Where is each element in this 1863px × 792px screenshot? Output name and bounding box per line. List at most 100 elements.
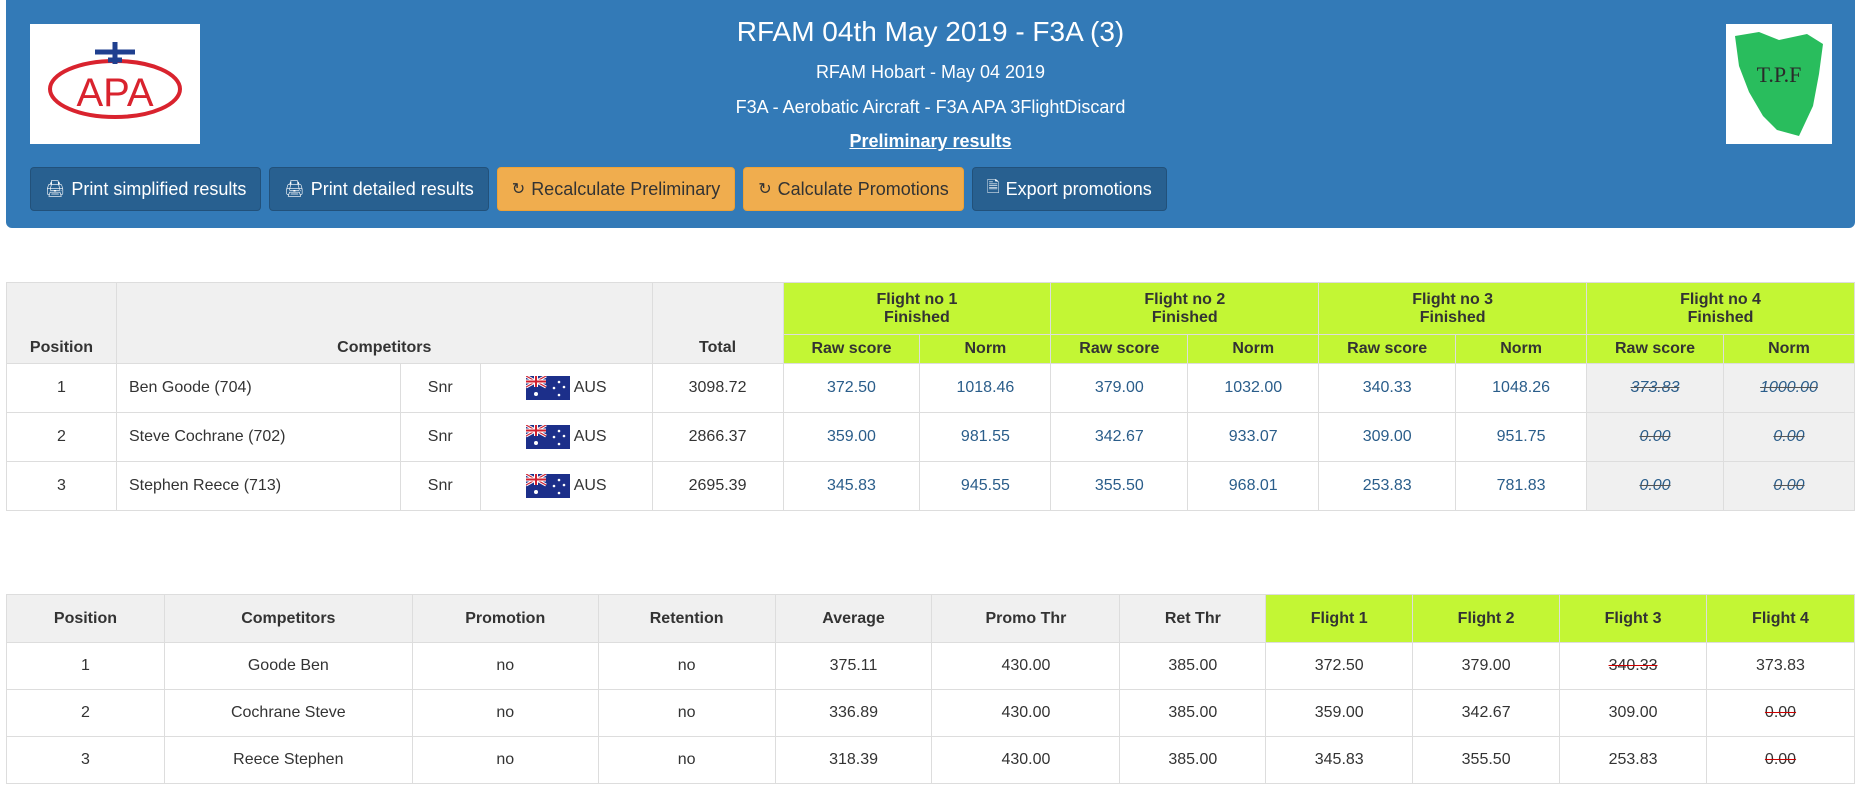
apa-logo-icon: APA (48, 42, 182, 119)
refresh-icon: ↻ (511, 181, 526, 198)
promotion-cell: 309.00 (1559, 689, 1707, 737)
cell-value: 318.39 (829, 751, 878, 768)
button-label: Recalculate Preliminary (531, 178, 721, 199)
flight-header-1: Flight no 1 Finished (782, 282, 1052, 335)
promotion-cell: no (411, 642, 599, 690)
cell-value: no (496, 751, 515, 768)
cell-value: 345.83 (1314, 751, 1364, 768)
norm-score-cell: 1032.00 (1187, 363, 1320, 413)
recalculate-preliminary-button[interactable]: ↻ Recalculate Preliminary (496, 167, 736, 211)
promo-col-header: Position (6, 594, 165, 643)
cell-value: 430.00 (1001, 704, 1051, 721)
raw-score-cell: 342.67 (1050, 412, 1189, 462)
promotion-cell: no (597, 736, 776, 784)
cell-value: no (677, 751, 696, 768)
promo-col-header: Flight 2 (1412, 594, 1561, 643)
promotion-cell: Reece Stephen (163, 736, 413, 784)
page-title: RFAM 04th May 2019 - F3A (3) (736, 16, 1125, 47)
promotion-cell: no (411, 736, 599, 784)
promotion-cell: 1 (6, 642, 165, 690)
competitor-name: Stephen Reece (713) (115, 461, 401, 511)
promo-col-header: Flight 4 (1705, 594, 1856, 643)
promotion-cell: no (597, 642, 776, 690)
promotion-cell: 0.00 (1705, 689, 1856, 737)
raw-score-cell: 359.00 (782, 412, 921, 462)
raw-score-cell: 309.00 (1318, 412, 1457, 462)
norm-score-cell: 945.55 (919, 461, 1052, 511)
promotion-cell: no (597, 689, 776, 737)
cell-value: 375.11 (829, 657, 878, 674)
norm-score-cell: 0.00 (1722, 461, 1856, 511)
cell-value: 379.00 (1461, 657, 1511, 674)
promotion-row: 3 Reece Stephen no no 318.39 430.00 385.00 345.… (6, 736, 1856, 784)
print-icon: 🖨 (284, 181, 305, 198)
total-cell: 2866.37 (651, 412, 784, 462)
print-simplified-button[interactable]: 🖨 Print simplified results (30, 167, 262, 211)
class-cell: Snr (399, 412, 481, 462)
refresh-icon: ↻ (758, 181, 772, 198)
promotion-cell: 385.00 (1119, 689, 1267, 737)
norm-score-cell: 951.75 (1455, 412, 1588, 462)
promotion-cell: 3 (6, 736, 165, 784)
flight-status: Finished (1419, 308, 1486, 326)
print-icon: 🖨 (45, 181, 66, 198)
cell-value: 355.50 (1461, 751, 1511, 768)
flight-status: Finished (884, 308, 950, 326)
promo-col-header: Average (774, 594, 933, 643)
norm-score-cell: 968.01 (1187, 461, 1320, 511)
flight-header-4: Flight no 4 Finished (1586, 282, 1855, 335)
promo-col-header: Retention (597, 594, 776, 643)
results-status-link[interactable]: Preliminary results (6, 131, 1855, 152)
cell-value: no (677, 704, 696, 721)
col-norm: Norm (1187, 334, 1320, 364)
promotion-cell: 253.83 (1559, 736, 1707, 784)
country-code: AUS (573, 428, 607, 446)
raw-score-cell: 372.50 (782, 363, 921, 413)
button-label: Print simplified results (71, 178, 247, 199)
raw-score-cell: 345.83 (782, 461, 921, 511)
col-norm: Norm (919, 334, 1052, 364)
col-norm: Norm (1722, 334, 1856, 364)
event-subtitle: RFAM Hobart - May 04 2019 (815, 62, 1046, 82)
col-norm: Norm (1455, 334, 1588, 364)
result-row: 2 Steve Cochrane (702) Snr AUS 2866.37 359.00… (6, 412, 1856, 462)
promotion-cell: Cochrane Steve (163, 689, 413, 737)
raw-score-cell: 340.33 (1318, 363, 1457, 413)
promotion-cell: 430.00 (931, 689, 1121, 737)
promotion-cell: 430.00 (931, 642, 1121, 690)
flight-header-3: Flight no 3 Finished (1318, 282, 1588, 335)
calculate-promotions-button[interactable]: ↻ Calculate Promotions (743, 167, 964, 211)
competitor-name: Ben Goode (704) (115, 363, 401, 413)
cell-value: 340.33 (1608, 657, 1658, 674)
country-cell: AUS (479, 461, 653, 511)
position-cell: 1 (6, 363, 117, 413)
cell-value: 1 (81, 657, 90, 674)
promotion-cell: 373.83 (1705, 642, 1856, 690)
australia-flag-icon (525, 474, 570, 498)
flight-title: Flight no 1 (876, 290, 958, 308)
promotion-cell: 345.83 (1265, 736, 1414, 784)
class-cell: Snr (399, 461, 481, 511)
total-cell: 2695.39 (651, 461, 784, 511)
print-detailed-button[interactable]: 🖨 Print detailed results (269, 167, 489, 211)
cell-value: 359.00 (1314, 704, 1364, 721)
cell-value: 3 (81, 751, 90, 768)
flight-title: Flight no 2 (1144, 290, 1226, 308)
promotions-table: Position Competitors Promotion Retention Ave… (6, 594, 1856, 784)
promotion-cell: 318.39 (774, 736, 933, 784)
promotion-cell: no (411, 689, 599, 737)
col-total: Total (651, 282, 784, 364)
promo-col-header: Promotion (411, 594, 599, 643)
flight-status: Finished (1687, 308, 1754, 326)
export-promotions-button[interactable]: 🗎 Export promotions (971, 167, 1167, 211)
norm-score-cell: 1000.00 (1722, 363, 1856, 413)
promotion-cell: 385.00 (1119, 736, 1267, 784)
col-competitors: Competitors (115, 282, 653, 364)
tasmania-logo-icon: T.P.F (1735, 32, 1823, 136)
promo-col-header: Ret Thr (1119, 594, 1267, 643)
raw-score-cell: 0.00 (1586, 412, 1724, 462)
col-raw-score: Raw score (782, 334, 921, 364)
class-cell: Snr (399, 363, 481, 413)
promotion-cell: 340.33 (1559, 642, 1707, 690)
result-row: 3 Stephen Reece (713) Snr AUS 2695.39 345.83 9… (6, 461, 1856, 511)
